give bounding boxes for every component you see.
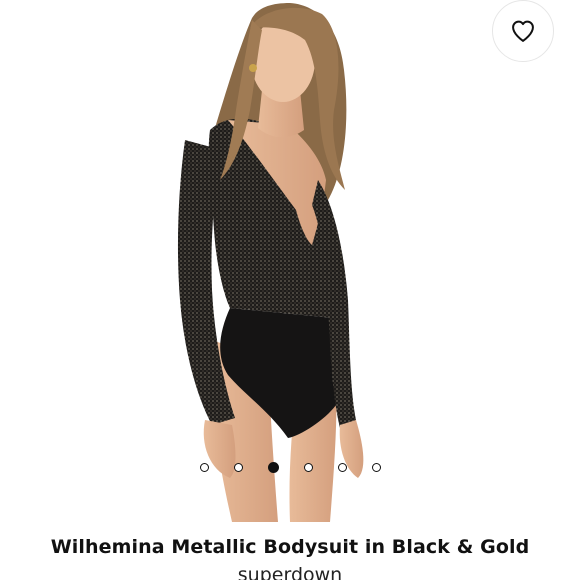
brand-name[interactable]: superdown — [0, 564, 580, 580]
carousel-dot-4[interactable] — [303, 462, 313, 472]
product-title: Wilhemina Metallic Bodysuit in Black & G… — [50, 536, 530, 558]
product-screen: Wilhemina Metallic Bodysuit in Black & G… — [0, 0, 580, 580]
carousel-dot-3-active[interactable] — [267, 461, 279, 473]
heart-outline-icon — [512, 20, 534, 42]
carousel-pagination — [0, 460, 580, 474]
carousel-dot-5[interactable] — [337, 462, 347, 472]
carousel-dot-2[interactable] — [233, 462, 243, 472]
wishlist-button[interactable] — [492, 0, 554, 62]
product-photo[interactable] — [0, 0, 580, 522]
product-image-carousel[interactable] — [0, 0, 580, 522]
carousel-dot-1[interactable] — [199, 462, 209, 472]
carousel-dot-6[interactable] — [371, 462, 381, 472]
